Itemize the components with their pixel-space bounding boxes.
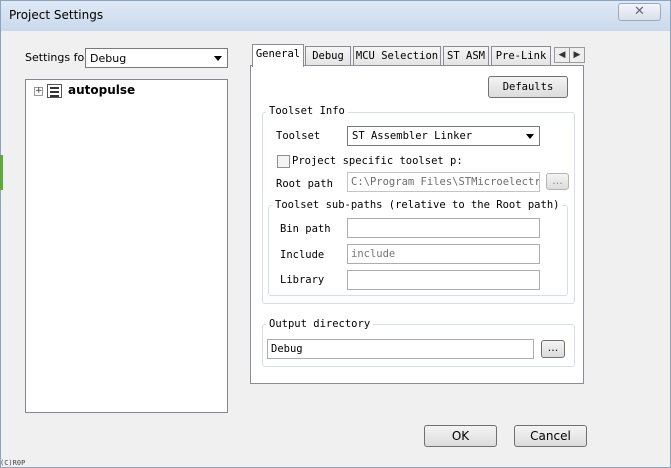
background-window-edge — [0, 155, 3, 190]
root-path-label: Root path — [276, 178, 333, 190]
tab-pre-link[interactable]: Pre-Link — [491, 46, 551, 66]
include-field[interactable]: include — [347, 244, 540, 264]
toolset-label: Toolset — [276, 130, 321, 142]
project-settings-dialog: Project Settings ✕ Settings for: Debug +… — [0, 0, 671, 468]
tab-general[interactable]: General — [252, 44, 304, 67]
root-path-value: C:\Program Files\STMicroelectro — [351, 176, 539, 188]
bin-path-field[interactable] — [347, 218, 540, 238]
tree-item-autopulse[interactable]: autopulse — [68, 83, 135, 97]
toolset-dropdown[interactable]: ST Assembler Linker — [347, 126, 540, 146]
background-text-fragment: (C)R0P — [0, 459, 26, 467]
close-icon: ✕ — [634, 4, 645, 19]
tab-st-asm[interactable]: ST ASM — [443, 46, 489, 66]
project-specific-label: Project specific toolset p: — [292, 155, 463, 167]
defaults-button[interactable]: Defaults — [488, 76, 568, 98]
tab-scroll-right-button[interactable]: ▶ — [569, 47, 585, 63]
output-directory-title: Output directory — [266, 318, 374, 330]
toolset-value: ST Assembler Linker — [352, 130, 473, 142]
toolset-subpaths-title: Toolset sub-paths (relative to the Root … — [272, 199, 563, 211]
settings-for-value: Debug — [90, 52, 127, 65]
chevron-down-icon — [526, 134, 534, 139]
root-path-browse-button[interactable]: ... — [546, 173, 569, 190]
tab-mcu-selection[interactable]: MCU Selection — [353, 46, 441, 66]
tree-expander-icon[interactable]: + — [34, 87, 43, 96]
settings-for-dropdown[interactable]: Debug — [85, 48, 228, 68]
title-bar: Project Settings ✕ — [1, 1, 670, 31]
output-directory-value: Debug — [271, 343, 303, 355]
library-field[interactable] — [347, 270, 540, 290]
close-button[interactable]: ✕ — [618, 3, 661, 21]
root-path-field[interactable]: C:\Program Files\STMicroelectro — [347, 172, 540, 192]
arrow-right-icon: ▶ — [573, 50, 581, 60]
output-directory-browse-button[interactable]: ... — [541, 340, 565, 358]
include-label: Include — [280, 249, 325, 261]
tab-scroll-left-button[interactable]: ◀ — [554, 47, 570, 63]
settings-for-label: Settings for: — [25, 51, 93, 64]
bin-path-label: Bin path — [280, 223, 331, 235]
ok-button[interactable]: OK — [424, 425, 497, 447]
project-icon — [47, 84, 62, 98]
toolset-info-title: Toolset Info — [266, 105, 348, 117]
window-title: Project Settings — [9, 8, 104, 22]
cancel-button[interactable]: Cancel — [514, 425, 587, 447]
arrow-left-icon: ◀ — [558, 50, 566, 60]
library-label: Library — [280, 274, 325, 286]
project-specific-checkbox[interactable] — [277, 155, 290, 168]
include-placeholder: include — [351, 248, 396, 260]
output-directory-field[interactable]: Debug — [267, 339, 534, 359]
tab-debug[interactable]: Debug — [305, 46, 351, 66]
chevron-down-icon — [214, 56, 222, 61]
project-tree[interactable]: + autopulse — [25, 79, 228, 413]
